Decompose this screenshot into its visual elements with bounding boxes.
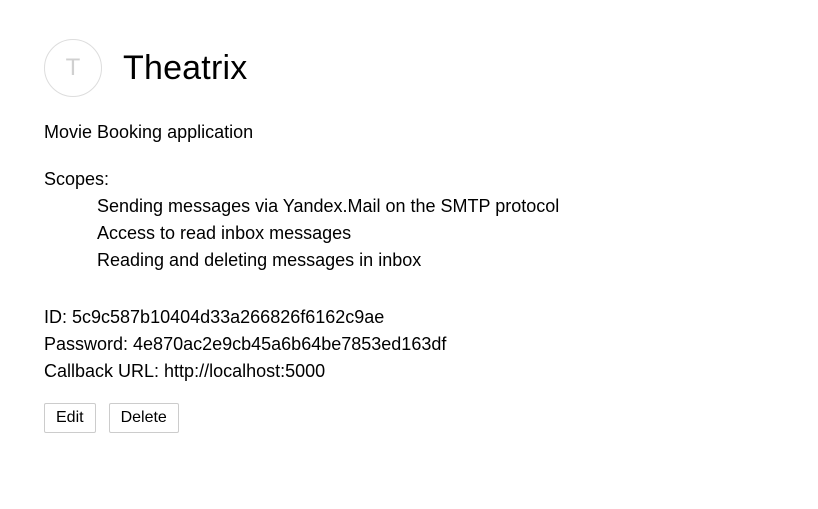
app-description: Movie Booking application	[44, 122, 254, 142]
app-avatar: T	[44, 39, 102, 97]
callback-url: Callback URL: http://localhost:5000	[44, 361, 326, 381]
credentials-section: ID: 5c9c587b10404d33a266826f6162c9ae Pas…	[44, 304, 818, 385]
app-details: T Theatrix Movie Booking application Sco…	[44, 38, 818, 433]
scope-item: Reading and deleting messages in inbox	[97, 250, 422, 270]
action-buttons: Edit Delete	[44, 403, 818, 433]
scope-item: Access to read inbox messages	[97, 223, 352, 243]
delete-button[interactable]: Delete	[108, 403, 179, 433]
scopes-section: Scopes: Sending messages via Yandex.Mail…	[44, 166, 818, 274]
app-title: Theatrix	[123, 49, 248, 87]
scopes-label: Scopes:	[44, 169, 110, 189]
scope-item: Sending messages via Yandex.Mail on the …	[97, 196, 560, 216]
edit-button[interactable]: Edit	[44, 403, 96, 433]
app-header: T Theatrix	[44, 38, 818, 98]
avatar-letter: T	[65, 54, 81, 81]
scope-list: Sending messages via Yandex.Mail on the …	[44, 193, 818, 274]
client-password: Password: 4e870ac2e9cb45a6b64be7853ed163…	[44, 334, 447, 354]
client-id: ID: 5c9c587b10404d33a266826f6162c9ae	[44, 307, 385, 327]
